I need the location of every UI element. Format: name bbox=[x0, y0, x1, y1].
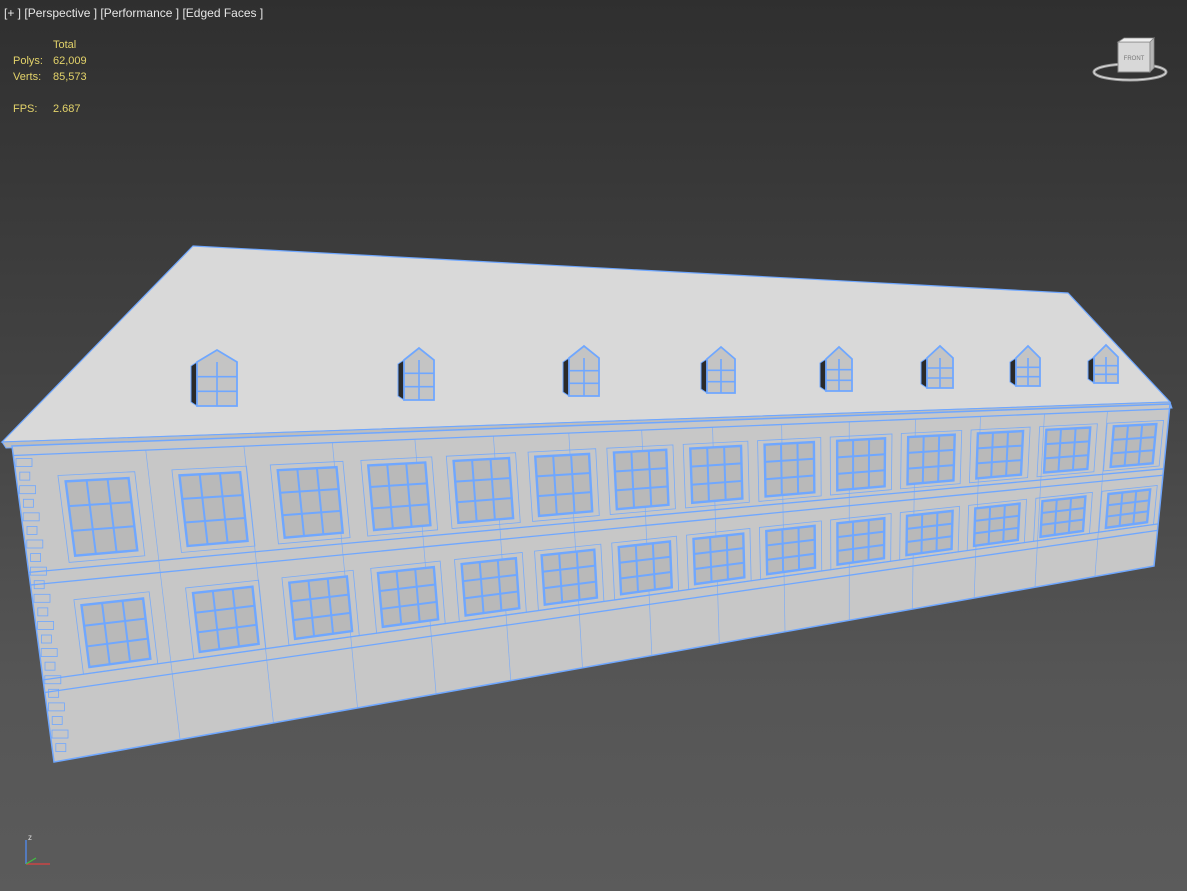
upper-window bbox=[276, 465, 345, 539]
upper-window-mullion bbox=[937, 435, 941, 482]
viewcube[interactable]: FRONT bbox=[1090, 36, 1170, 88]
lower-window bbox=[765, 524, 817, 576]
axis-tripod: z bbox=[25, 833, 50, 865]
upper-window bbox=[1042, 426, 1092, 474]
upper-window bbox=[835, 437, 887, 492]
lower-window-mullion bbox=[797, 527, 801, 570]
viewcube-top-face[interactable] bbox=[1116, 37, 1155, 43]
upper-window bbox=[906, 433, 956, 486]
upper-window bbox=[452, 456, 515, 525]
lower-window bbox=[460, 556, 521, 617]
lower-window bbox=[1039, 495, 1087, 539]
upper-window bbox=[366, 461, 432, 532]
lower-window bbox=[1104, 488, 1152, 530]
lower-window bbox=[80, 597, 152, 669]
lower-window-mullion bbox=[725, 535, 729, 580]
lower-window bbox=[617, 540, 674, 596]
lower-window bbox=[287, 575, 354, 641]
z-axis-label: z bbox=[28, 833, 32, 842]
viewcube-face-label: FRONT bbox=[1124, 56, 1145, 62]
upper-window bbox=[975, 429, 1025, 480]
lower-window-mullion bbox=[920, 514, 924, 554]
upper-window-mullion bbox=[921, 436, 925, 484]
upper-window bbox=[612, 448, 670, 511]
lower-window bbox=[376, 565, 440, 629]
upper-window-mullion bbox=[796, 442, 800, 494]
building-model[interactable] bbox=[0, 245, 1173, 763]
lower-window bbox=[540, 548, 599, 607]
lower-window bbox=[836, 516, 886, 566]
upper-window bbox=[1109, 422, 1158, 469]
y-axis-line bbox=[25, 857, 37, 865]
upper-window bbox=[689, 444, 744, 505]
upper-window-mullion bbox=[780, 443, 783, 496]
lower-window bbox=[191, 585, 260, 654]
lower-window bbox=[972, 502, 1021, 548]
viewcube-right-face[interactable] bbox=[1149, 37, 1155, 73]
upper-window bbox=[64, 476, 139, 557]
upper-window bbox=[533, 452, 594, 518]
lower-window-mullion bbox=[935, 512, 939, 552]
lower-window bbox=[905, 509, 954, 557]
viewport-scene[interactable] bbox=[0, 0, 1187, 891]
upper-window bbox=[763, 440, 816, 498]
lower-window-mullion bbox=[781, 529, 785, 573]
lower-window bbox=[692, 532, 746, 586]
upper-window bbox=[178, 470, 249, 548]
